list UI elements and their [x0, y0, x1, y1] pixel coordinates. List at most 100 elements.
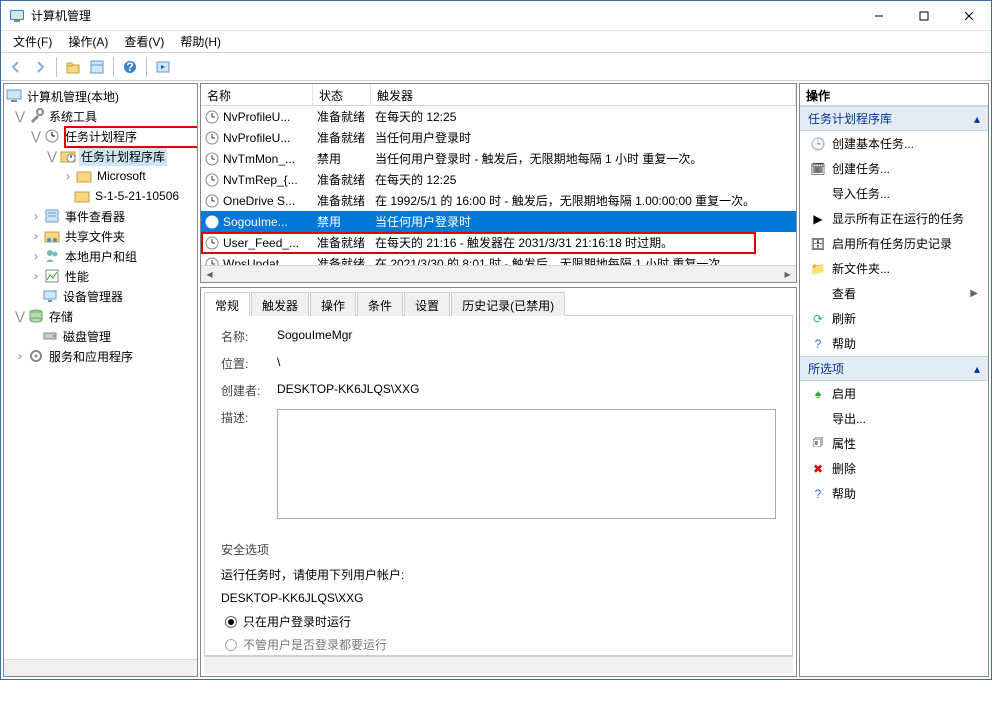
table-row[interactable]: WpsUpdat...准备就绪在 2021/3/30 的 8:01 时 - 触发… — [201, 253, 796, 265]
cell-state: 准备就绪 — [313, 192, 371, 209]
action-create-basic[interactable]: 🕒创建基本任务... — [800, 131, 988, 156]
action-properties[interactable]: 🗊属性 — [800, 431, 988, 456]
collapse-icon[interactable]: ▴ — [974, 112, 980, 126]
run-toolbar-button[interactable] — [152, 56, 174, 78]
table-row[interactable]: NvProfileU...准备就绪在每天的 12:25 — [201, 106, 796, 127]
up-button[interactable] — [62, 56, 84, 78]
col-header-state[interactable]: 状态 — [313, 84, 371, 105]
tree-local-users[interactable]: › 本地用户和组 — [4, 246, 197, 266]
action-show-running[interactable]: ▶显示所有正在运行的任务 — [800, 206, 988, 231]
table-row[interactable]: NvProfileU...准备就绪当任何用户登录时 — [201, 127, 796, 148]
description-box[interactable] — [277, 409, 776, 519]
scroll-right-button[interactable]: ▸ — [779, 266, 796, 282]
tab-settings[interactable]: 设置 — [404, 292, 450, 316]
tree-label: 服务和应用程序 — [47, 347, 135, 366]
tree-task-scheduler-library[interactable]: ⋁ 任务计划程序库 — [4, 146, 197, 166]
tree-root[interactable]: 计算机管理(本地) — [4, 86, 197, 106]
device-manager-icon — [42, 288, 58, 304]
expander-open-icon[interactable]: ⋁ — [14, 310, 26, 322]
name-label: 名称: — [221, 328, 277, 345]
expander-closed-icon[interactable]: › — [30, 270, 42, 282]
tree-label: 任务计划程序库 — [79, 147, 167, 166]
expander-open-icon[interactable]: ⋁ — [46, 150, 58, 162]
radio-logged-off[interactable]: 不管用户是否登录都要运行 — [225, 636, 776, 653]
tab-triggers[interactable]: 触发器 — [251, 292, 309, 316]
actions-group-tasklib[interactable]: 任务计划程序库 ▴ — [800, 106, 988, 131]
tree-sid-folder[interactable]: S-1-5-21-10506 — [4, 186, 197, 206]
action-enable-history[interactable]: 🗄启用所有任务历史记录 — [800, 231, 988, 256]
close-button[interactable] — [946, 1, 991, 31]
tab-conditions[interactable]: 条件 — [357, 292, 403, 316]
tree-services-apps[interactable]: › 服务和应用程序 — [4, 346, 197, 366]
details-h-scrollbar[interactable] — [204, 656, 793, 673]
event-viewer-icon — [44, 208, 60, 224]
window-title: 计算机管理 — [31, 7, 856, 24]
tree-device-manager[interactable]: 设备管理器 — [4, 286, 197, 306]
col-header-trigger[interactable]: 触发器 — [371, 84, 796, 105]
action-create-task[interactable]: 🗓创建任务... — [800, 156, 988, 181]
tree-task-scheduler[interactable]: ⋁ 任务计划程序 — [4, 126, 197, 146]
table-row[interactable]: OneDrive S...准备就绪在 1992/5/1 的 16:00 时 - … — [201, 190, 796, 211]
cell-state: 准备就绪 — [313, 171, 371, 188]
list-h-scrollbar[interactable]: ◂ ▸ — [201, 265, 796, 282]
expander-open-icon[interactable]: ⋁ — [14, 110, 26, 122]
tab-history[interactable]: 历史记录(已禁用) — [451, 292, 565, 316]
help-toolbar-button[interactable]: ? — [119, 56, 141, 78]
action-help-2[interactable]: ?帮助 — [800, 481, 988, 506]
expander-closed-icon[interactable]: › — [30, 230, 42, 242]
action-refresh[interactable]: ⟳刷新 — [800, 306, 988, 331]
tree-label: 计算机管理(本地) — [25, 87, 121, 106]
expander-closed-icon[interactable]: › — [30, 250, 42, 262]
menu-action[interactable]: 操作(A) — [60, 31, 116, 52]
tree-disk-management[interactable]: 磁盘管理 — [4, 326, 197, 346]
tree-performance[interactable]: › 性能 — [4, 266, 197, 286]
back-button[interactable] — [5, 56, 27, 78]
expander-closed-icon[interactable]: › — [62, 170, 74, 182]
action-label: 新文件夹... — [832, 260, 890, 277]
table-row[interactable]: User_Feed_...准备就绪在每天的 21:16 - 触发器在 2031/… — [201, 232, 796, 253]
tab-actions[interactable]: 操作 — [310, 292, 356, 316]
table-row[interactable]: NvTmRep_{...准备就绪在每天的 12:25 — [201, 169, 796, 190]
menu-file[interactable]: 文件(F) — [5, 31, 60, 52]
expander-closed-icon[interactable]: › — [30, 210, 42, 222]
action-delete[interactable]: ✖删除 — [800, 456, 988, 481]
tools-icon — [28, 108, 44, 124]
tree-event-viewer[interactable]: › 事件查看器 — [4, 206, 197, 226]
run-as-label: 运行任务时，请使用下列用户帐户: — [221, 566, 776, 583]
expander-open-icon[interactable]: ⋁ — [30, 130, 42, 142]
tree-microsoft[interactable]: › Microsoft — [4, 166, 197, 186]
tree-storage[interactable]: ⋁ 存储 — [4, 306, 197, 326]
maximize-button[interactable] — [901, 1, 946, 31]
action-new-folder[interactable]: 📁 新文件夹... — [800, 256, 988, 281]
scroll-left-button[interactable]: ◂ — [201, 266, 218, 282]
creator-label: 创建者: — [221, 382, 277, 399]
task-icon: 🕒 — [810, 136, 826, 152]
menu-view[interactable]: 查看(V) — [116, 31, 172, 52]
task-list[interactable]: 名称 状态 触发器 NvProfileU...准备就绪在每天的 12:25NvP… — [200, 83, 797, 283]
minimize-button[interactable] — [856, 1, 901, 31]
table-row[interactable]: NvTmMon_...禁用当任何用户登录时 - 触发后，无限期地每隔 1 小时 … — [201, 148, 796, 169]
properties-toolbar-button[interactable] — [86, 56, 108, 78]
folder-icon: 📁 — [810, 261, 826, 277]
action-view[interactable]: 查看▶ — [800, 281, 988, 306]
menu-help[interactable]: 帮助(H) — [172, 31, 229, 52]
collapse-icon[interactable]: ▴ — [974, 362, 980, 376]
action-label: 删除 — [832, 460, 856, 477]
col-header-name[interactable]: 名称 — [201, 84, 313, 105]
forward-button[interactable] — [29, 56, 51, 78]
action-enable[interactable]: ♠启用 — [800, 381, 988, 406]
tree-system-tools[interactable]: ⋁ 系统工具 — [4, 106, 197, 126]
radio-logged-on[interactable]: 只在用户登录时运行 — [225, 613, 776, 630]
action-export[interactable]: 导出... — [800, 406, 988, 431]
tree-shared-folders[interactable]: › 共享文件夹 — [4, 226, 197, 246]
expander-closed-icon[interactable]: › — [14, 350, 26, 362]
tree-h-scrollbar[interactable] — [4, 659, 197, 676]
action-import-task[interactable]: 导入任务... — [800, 181, 988, 206]
scroll-track[interactable] — [218, 266, 779, 282]
actions-group-selected[interactable]: 所选项 ▴ — [800, 356, 988, 381]
nav-tree[interactable]: 计算机管理(本地) ⋁ 系统工具 ⋁ 任务计划程序 ⋁ 任务计划程序库 › Mi… — [3, 83, 198, 677]
action-help[interactable]: ?帮助 — [800, 331, 988, 356]
action-label: 属性 — [832, 435, 856, 452]
tab-general[interactable]: 常规 — [204, 292, 250, 316]
table-row[interactable]: SogouIme...禁用当任何用户登录时 — [201, 211, 796, 232]
